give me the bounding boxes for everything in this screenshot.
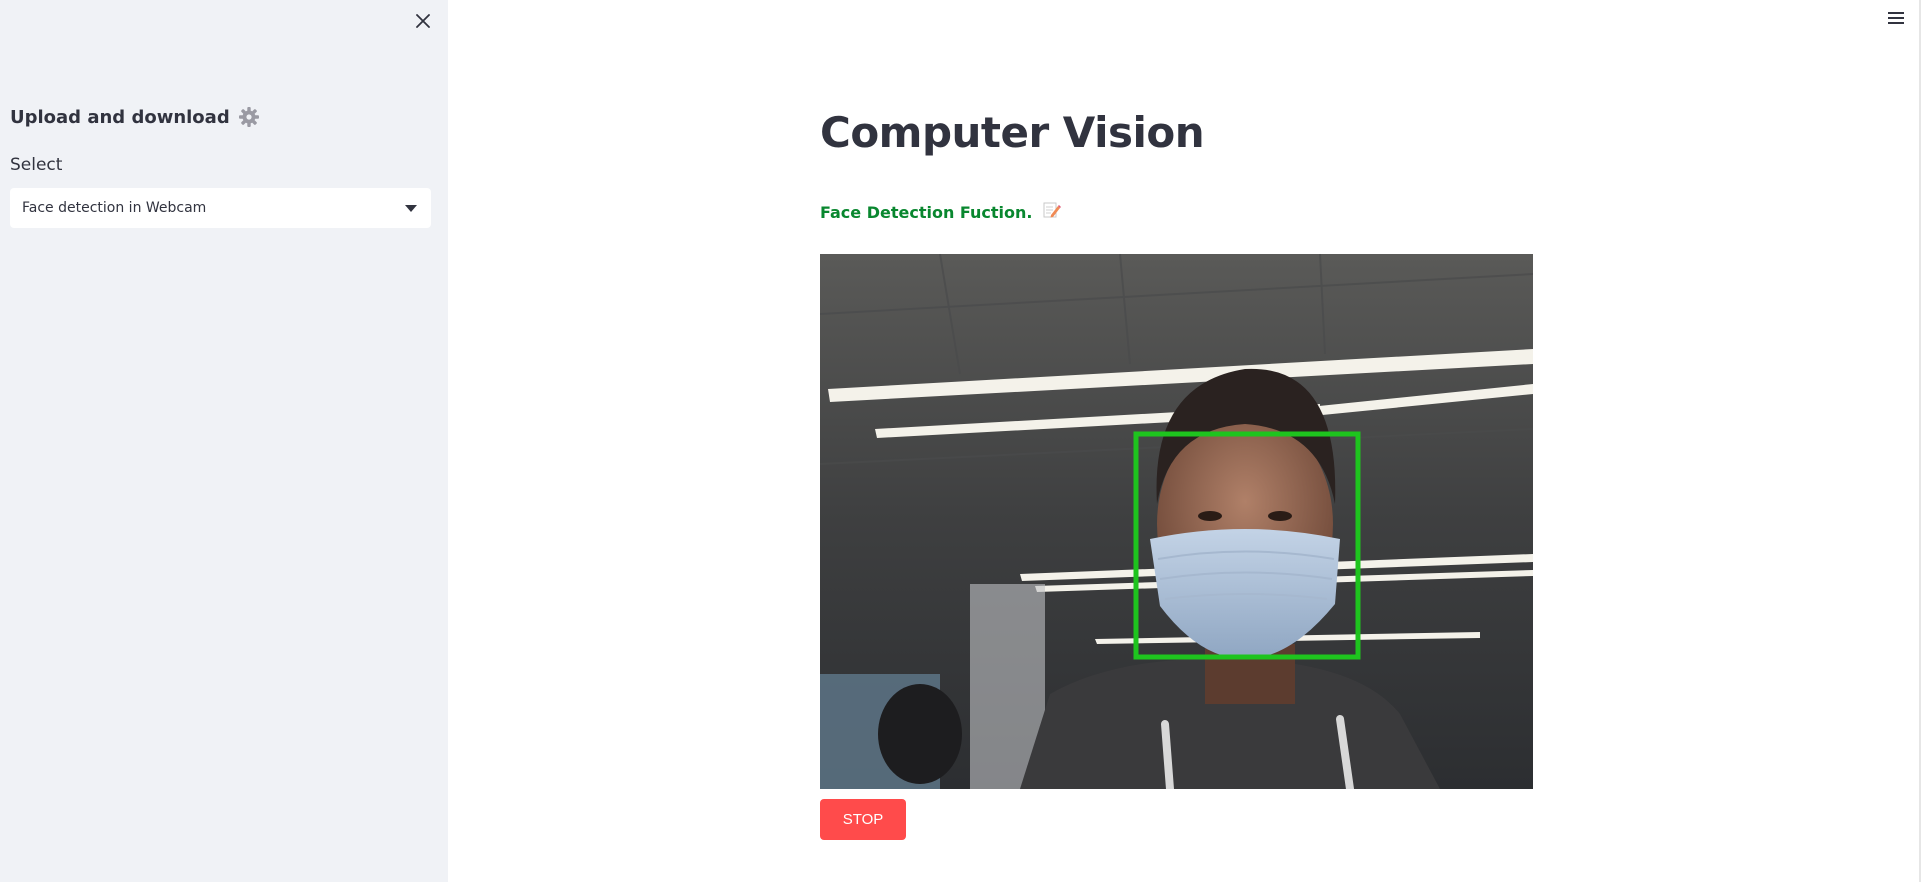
subtitle: Face Detection Fuction.: [820, 200, 1061, 224]
gear-icon: [238, 106, 260, 128]
sidebar: Upload and download Select Face detectio…: [0, 0, 448, 882]
page-title: Computer Vision: [820, 108, 1205, 157]
sidebar-heading-text: Upload and download: [10, 106, 230, 128]
app-window: Upload and download Select Face detectio…: [0, 0, 1921, 882]
webcam-video-frame: [820, 254, 1533, 789]
background-person: [878, 684, 962, 784]
stop-button[interactable]: STOP: [820, 799, 906, 840]
close-sidebar-button[interactable]: [410, 8, 436, 34]
caret-down-icon: [391, 188, 431, 228]
memo-icon: [1041, 200, 1061, 224]
close-icon: [416, 14, 430, 28]
mode-select-dropdown[interactable]: Face detection in Webcam: [10, 188, 431, 228]
sidebar-heading: Upload and download: [10, 106, 260, 128]
select-label: Select: [10, 155, 63, 175]
subtitle-text: Face Detection Fuction.: [820, 202, 1033, 222]
select-current-value: Face detection in Webcam: [22, 200, 207, 216]
main-content: Computer Vision Face Detection Fuction.: [448, 0, 1921, 882]
hamburger-menu-icon: [1888, 12, 1904, 24]
main-menu-button[interactable]: [1885, 8, 1907, 28]
